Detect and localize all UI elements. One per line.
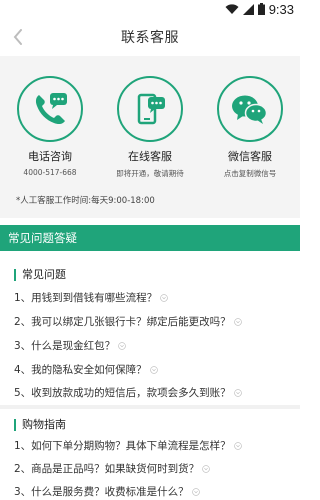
- faq-item[interactable]: 1、用钱到到借钱有哪些流程？: [14, 290, 168, 305]
- wechat-service-button[interactable]: 微信客服 点击复制微信号: [200, 76, 300, 179]
- group-title-common: 常见问题: [14, 269, 66, 281]
- faq-item[interactable]: 2、商品是正品吗？如果缺货何时到货？: [14, 461, 210, 476]
- faq-item[interactable]: 4、我的隐私安全如何保障？: [14, 362, 158, 377]
- wifi-icon: [225, 3, 239, 14]
- faq-item-text: 2、我可以绑定几张银行卡？绑定后能更改吗？: [14, 316, 231, 328]
- online-service-button[interactable]: 在线客服 即将开通，敬请期待: [100, 76, 200, 179]
- faq-item-text: 5、收到放款成功的短信后，款项会多久到账？: [14, 387, 231, 399]
- faq-item-text: 4、我的隐私安全如何保障？: [14, 364, 147, 376]
- group-divider: [0, 405, 300, 409]
- faq-item-text: 3、什么是现金红包？: [14, 340, 116, 352]
- group-title-shopping: 购物指南: [14, 419, 66, 431]
- faq-item-text: 1、用钱到到借钱有哪些流程？: [14, 292, 158, 304]
- faq-item-text: 1、如何下单分期购物？具体下单流程是怎样？: [14, 440, 231, 452]
- chevron-down-icon: [233, 441, 242, 450]
- faq-item[interactable]: 2、我可以绑定几张银行卡？绑定后能更改吗？: [14, 314, 242, 329]
- faq-section-header: 常见问题答疑: [0, 225, 300, 251]
- chevron-down-icon: [233, 317, 242, 326]
- online-service-label: 在线客服: [128, 150, 172, 163]
- chevron-down-icon: [202, 464, 210, 473]
- status-bar: 9:33: [0, 0, 300, 18]
- wechat-service-circle: [217, 76, 283, 142]
- faq-item-text: 3、什么是服务费？收费标准是什么？: [14, 486, 189, 498]
- faq-item[interactable]: 3、什么是现金红包？: [14, 338, 126, 353]
- faq-item[interactable]: 1、如何下单分期购物？具体下单流程是怎样？: [14, 438, 242, 453]
- chevron-down-icon: [160, 293, 168, 302]
- wechat-copy-note: 点击复制微信号: [223, 169, 277, 178]
- chevron-down-icon: [149, 365, 158, 374]
- faq-item[interactable]: 3、什么是服务费？收费标准是什么？: [14, 484, 200, 499]
- status-indicators: 9:33: [225, 1, 294, 17]
- chevron-down-icon: [191, 487, 200, 496]
- phone-consult-label: 电话咨询: [28, 150, 72, 163]
- faq-section-title: 常见问题答疑: [8, 231, 77, 245]
- title-bar: 联系客服: [0, 18, 300, 56]
- online-service-note: 即将开通，敬请期待: [116, 169, 184, 178]
- phone-consult-button[interactable]: 电话咨询 4000-517-668: [0, 76, 100, 177]
- phone-number: 4000-517-668: [23, 168, 77, 177]
- chevron-down-icon: [118, 341, 126, 350]
- wechat-icon: [232, 95, 268, 124]
- online-service-circle: [117, 76, 183, 142]
- service-hours: *人工客服工作时间:每天9:00-18:00: [16, 196, 155, 206]
- chevron-down-icon: [233, 388, 242, 397]
- status-time: 9:33: [268, 1, 294, 17]
- battery-icon: [257, 3, 265, 15]
- wechat-service-label: 微信客服: [228, 150, 272, 163]
- mobile-chat-icon: [137, 93, 165, 125]
- faq-item-text: 2、商品是正品吗？如果缺货何时到货？: [14, 463, 200, 475]
- page-title: 联系客服: [121, 30, 179, 46]
- faq-item[interactable]: 5、收到放款成功的短信后，款项会多久到账？: [14, 385, 242, 400]
- signal-icon: [242, 3, 254, 15]
- phone-chat-icon: [35, 93, 67, 125]
- phone-consult-circle: [17, 76, 83, 142]
